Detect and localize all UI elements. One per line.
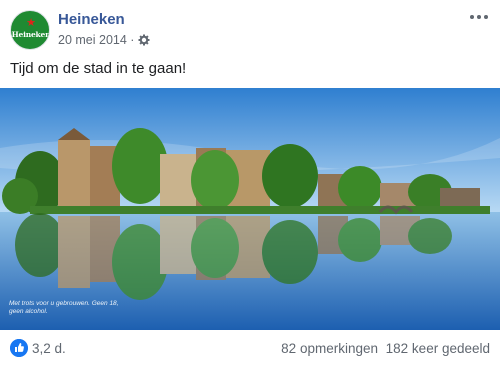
post-footer: 3,2 d. 82 opmerkingen 182 keer gedeeld [10,337,490,359]
post-meta: 20 mei 2014 · [58,33,150,47]
comments-count[interactable]: 82 opmerkingen [281,341,378,356]
gear-icon [138,34,150,46]
more-options-icon[interactable] [468,10,490,24]
avatar-logo-text: Heineken [11,30,50,39]
page-name-link[interactable]: Heineken [58,11,125,28]
canal-photo [0,88,500,330]
image-caption: Met trots voor u gebrouwen. Geen 18, gee… [9,300,119,315]
post-header: ★ Heineken Heineken 20 mei 2014 · [10,10,490,56]
star-icon: ★ [26,17,36,29]
page-avatar[interactable]: ★ Heineken [10,10,50,50]
reaction-count[interactable]: 3,2 d. [32,341,66,356]
post-text: Tijd om de stad in te gaan! [10,60,187,77]
post-image[interactable]: Met trots voor u gebrouwen. Geen 18, gee… [0,88,500,330]
shares-count[interactable]: 182 keer gedeeld [386,341,490,356]
thumbs-up-icon[interactable] [10,339,28,357]
post-date[interactable]: 20 mei 2014 · [58,33,134,47]
